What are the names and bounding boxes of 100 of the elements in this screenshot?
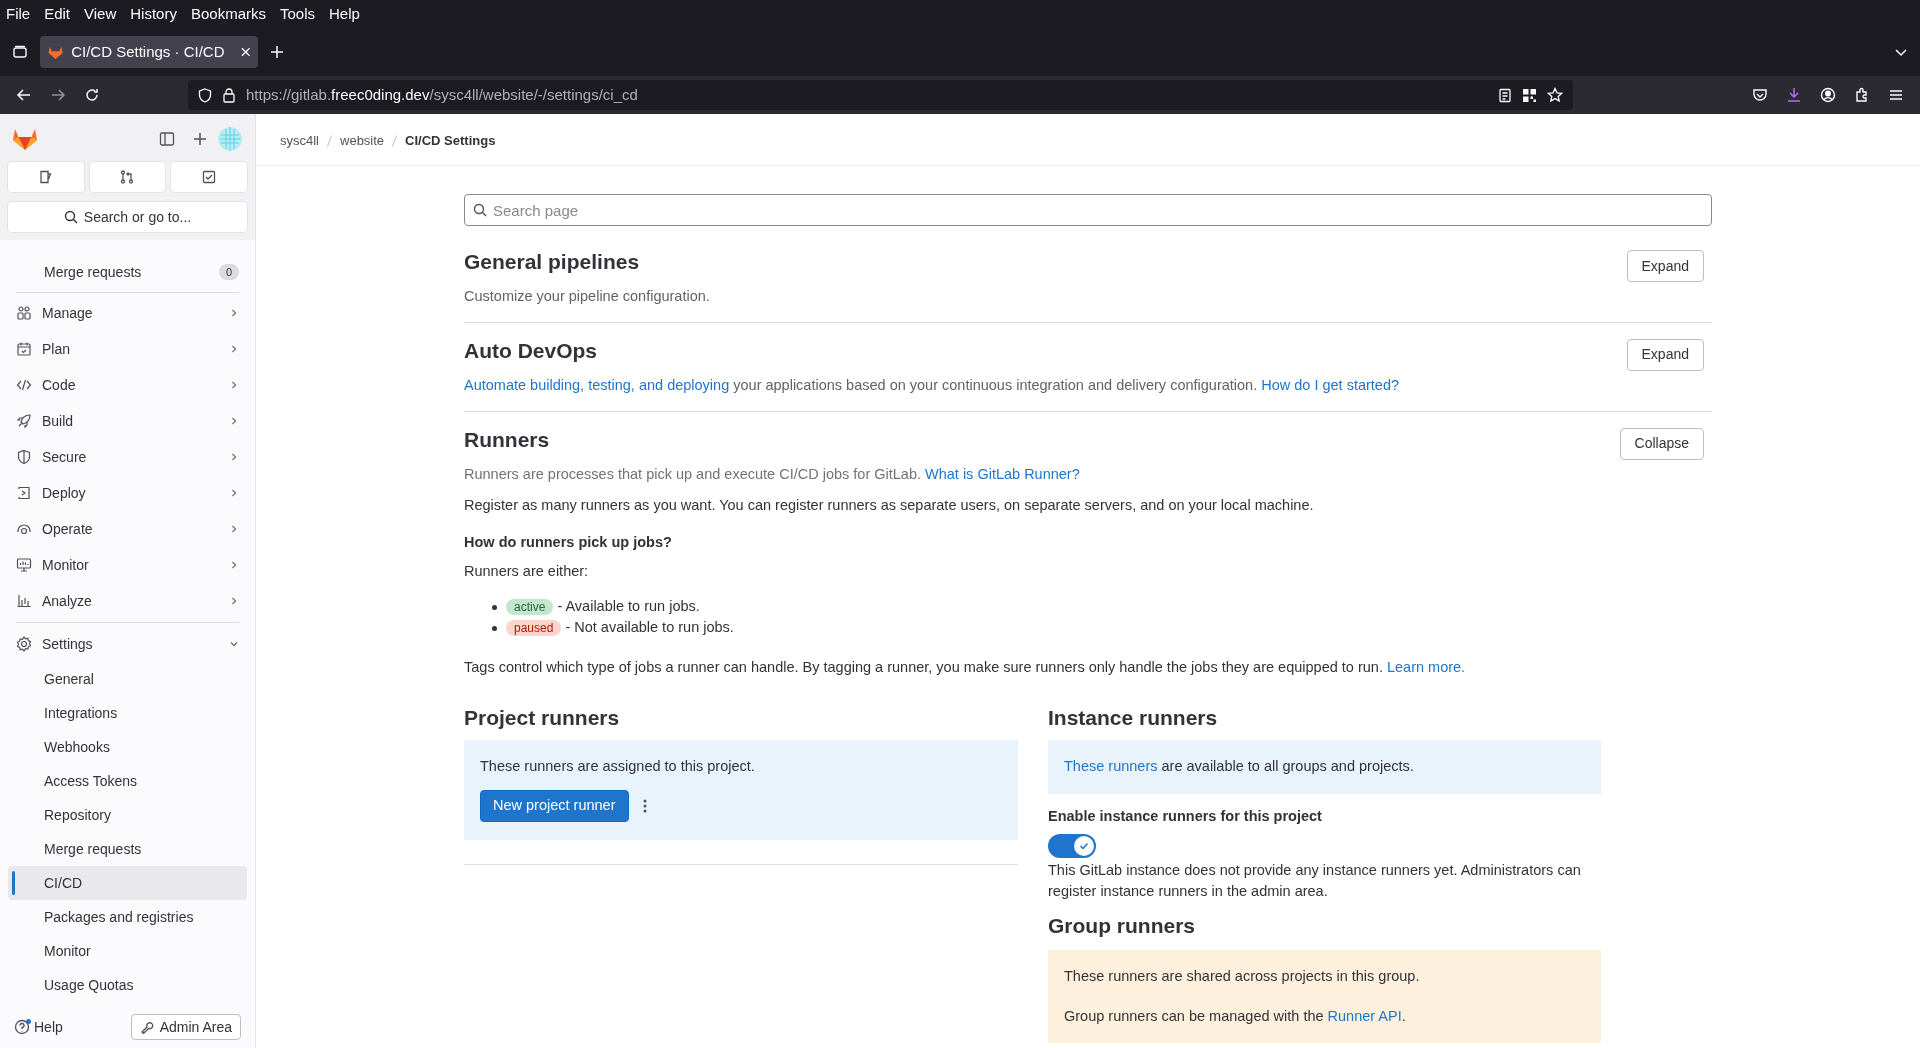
section-description: Runners are processes that pick up and execute CI/CD jobs for GitLab. What is GitLab Runner? — [464, 464, 1081, 484]
extensions-icon[interactable] — [1854, 87, 1870, 103]
section-title: Runners — [464, 426, 550, 453]
section-title: Project runners — [464, 705, 621, 732]
chevron-right-icon — [229, 488, 239, 498]
settings-icon — [16, 636, 32, 652]
tab-title: CI/CD Settings · CI/CD — [71, 41, 225, 62]
menu-item[interactable]: Bookmarks — [190, 2, 266, 26]
link[interactable]: These runners — [1064, 758, 1158, 775]
sidebar-section[interactable]: Secure — [8, 439, 247, 475]
sidebar-item[interactable]: Access Tokens — [8, 764, 247, 798]
menu-item[interactable]: Tools — [280, 2, 315, 26]
new-runner-button[interactable]: New project runner — [480, 790, 629, 822]
fox-logo-icon[interactable] — [12, 127, 38, 151]
code-icon — [16, 377, 32, 393]
url-text: https://gitlab.freec0ding.dev/sysc4ll/website/-/settings/ci_cd — [246, 84, 638, 105]
todo-button[interactable] — [171, 162, 247, 192]
shield-icon — [16, 449, 32, 465]
sidebar-section[interactable]: Deploy — [8, 475, 247, 511]
sidebar-item[interactable]: Monitor — [8, 934, 247, 968]
search-button[interactable]: Search or go to... — [8, 202, 247, 232]
reload-icon[interactable] — [84, 87, 100, 103]
breadcrumb-link[interactable]: website — [340, 130, 385, 151]
help-link[interactable]: Help — [14, 1016, 63, 1038]
search-field[interactable]: Search page — [464, 194, 1712, 226]
link[interactable]: Automate building, testing, and deploying — [464, 376, 730, 393]
sidebar-item[interactable]: Webhooks — [8, 730, 247, 764]
qr-code-icon[interactable] — [1522, 87, 1537, 103]
sidebar-item[interactable]: General — [8, 662, 247, 696]
section-toggle-button[interactable]: Expand — [1626, 338, 1704, 371]
browser-tab[interactable]: CI/CD Settings · CI/CD — [40, 36, 258, 68]
issues-button[interactable] — [8, 162, 84, 192]
sidebar-item[interactable]: CI/CD — [8, 866, 247, 900]
merge-request-icon — [120, 170, 135, 184]
deploy-icon — [16, 485, 32, 501]
pocket-icon[interactable] — [1752, 87, 1768, 103]
menu-item[interactable]: Help — [329, 2, 360, 26]
issue-icon — [38, 170, 53, 184]
link[interactable]: Learn more. — [1386, 658, 1466, 675]
section-description: Customize your pipeline configuration. — [464, 287, 711, 306]
separator-icon — [327, 134, 332, 147]
tab-list-icon[interactable] — [12, 44, 28, 60]
sidebar-item[interactable]: Merge requests — [8, 832, 247, 866]
bullet — [492, 604, 497, 610]
chevron-right-icon — [229, 308, 239, 318]
menu-item[interactable]: History — [130, 2, 177, 26]
reader-view-icon[interactable] — [1498, 87, 1512, 103]
more-options-icon[interactable] — [642, 799, 647, 813]
item-label: Merge requests — [44, 262, 143, 282]
link[interactable]: How do I get started? — [1261, 376, 1400, 393]
sidebar-item[interactable]: Packages and registries — [8, 900, 247, 934]
forward-icon[interactable] — [50, 87, 66, 103]
chevron-down-icon — [229, 639, 239, 649]
toggle-switch[interactable] — [1048, 833, 1096, 858]
menu-item[interactable]: File — [6, 2, 31, 26]
section-toggle-button[interactable]: Collapse — [1619, 427, 1704, 460]
menu-item[interactable]: View — [84, 2, 117, 26]
section-description: Automate building, testing, and deploying your applications based on your continuous integration and delivery configuration. How do I get started? — [464, 375, 1401, 395]
sidebar-item[interactable]: Usage Quotas — [8, 968, 247, 1002]
shield-icon[interactable] — [198, 87, 212, 103]
account-icon[interactable] — [1820, 87, 1836, 103]
chart-icon — [16, 593, 32, 609]
link[interactable]: Runner API — [1327, 1007, 1402, 1024]
plus-icon[interactable] — [193, 132, 207, 146]
chevron-right-icon — [229, 560, 239, 570]
section-toggle-button[interactable]: Expand — [1626, 250, 1704, 282]
address-bar[interactable]: https://gitlab.freec0ding.dev/sysc4ll/website/-/settings/ci_cd — [188, 80, 1573, 110]
sidebar-section[interactable]: Code — [8, 367, 247, 403]
sidebar-section[interactable]: Build — [8, 403, 247, 439]
sidebar-section[interactable]: Monitor — [8, 547, 247, 583]
chevron-right-icon — [229, 380, 239, 390]
menu-item[interactable]: Edit — [44, 2, 71, 26]
sidebar-section[interactable]: Settings — [8, 626, 247, 662]
new-tab-icon[interactable] — [270, 45, 284, 59]
breadcrumb-link[interactable]: CI/CD Settings — [405, 130, 496, 151]
panel-text: Group runners can be managed with the Runner API. — [1064, 1006, 1407, 1026]
close-icon[interactable] — [240, 47, 250, 57]
sidebar-item[interactable]: Merge requests 0 — [8, 254, 247, 290]
wrench-icon — [139, 1020, 154, 1034]
back-icon[interactable] — [16, 87, 32, 103]
breadcrumb-link[interactable]: sysc4ll — [280, 130, 319, 151]
sidebar-section[interactable]: Plan — [8, 331, 247, 367]
status-description: - Not available to run jobs. — [564, 618, 734, 638]
sidebar-section[interactable]: Operate — [8, 511, 247, 547]
admin-area-button[interactable]: Admin Area — [130, 1014, 241, 1040]
download-icon[interactable] — [1786, 87, 1802, 103]
sidebar-section[interactable]: Manage — [8, 295, 247, 331]
status-description: - Available to run jobs. — [556, 597, 700, 617]
bookmark-star-icon[interactable] — [1547, 87, 1563, 103]
chevron-right-icon — [229, 416, 239, 426]
merge-requests-button[interactable] — [89, 162, 166, 192]
sidebar-item[interactable]: Integrations — [8, 696, 247, 730]
sidebar-toggle-icon[interactable] — [159, 131, 175, 147]
menu-icon[interactable] — [1888, 87, 1904, 103]
sidebar-item[interactable]: Repository — [8, 798, 247, 832]
sidebar-section[interactable]: Analyze — [8, 583, 247, 619]
link[interactable]: What is GitLab Runner? — [925, 465, 1080, 482]
lock-icon[interactable] — [222, 87, 236, 103]
rocket-icon — [16, 413, 32, 429]
chevron-right-icon — [229, 452, 239, 462]
